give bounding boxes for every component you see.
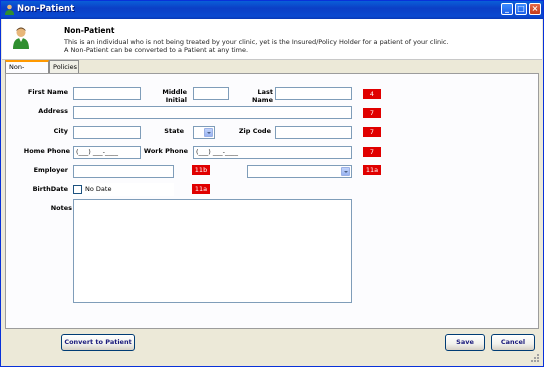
first-name-field[interactable] <box>73 87 141 100</box>
no-date-label: No Date <box>85 185 112 193</box>
minimize-button[interactable]: _ <box>501 3 513 15</box>
employer-field[interactable] <box>73 165 174 178</box>
tab-non-patient[interactable]: Non-Patient <box>5 60 49 82</box>
sex-badge: 11a <box>363 165 381 175</box>
work-phone-label: Work Phone <box>143 147 188 155</box>
middle-initial-field[interactable] <box>193 87 229 100</box>
birthdate-badge: 11a <box>192 184 210 194</box>
cancel-button[interactable]: Cancel <box>491 334 535 351</box>
title-bar[interactable]: Non-Patient _ □ × <box>1 1 543 19</box>
header-title: Non-Patient <box>64 26 115 35</box>
birthdate-label: BirthDate <box>32 185 68 193</box>
no-date-checkbox-row[interactable]: No Date <box>73 183 174 196</box>
state-select[interactable] <box>193 126 215 139</box>
save-button[interactable]: Save <box>445 334 485 351</box>
home-phone-label: Home Phone <box>23 147 70 155</box>
zip-code-label: Zip Code <box>238 127 271 135</box>
chevron-down-icon[interactable] <box>204 128 213 137</box>
last-name-label: Last Name <box>251 88 273 104</box>
notes-label: Notes <box>50 204 72 212</box>
header-description: This is an individual who is not being t… <box>64 38 449 54</box>
header-description-line2: A Non-Patient can be converted to a Pati… <box>64 46 249 54</box>
middle-initial-label: Middle Initial <box>162 88 187 104</box>
maximize-button[interactable]: □ <box>515 3 527 15</box>
first-name-label: First Name <box>27 88 68 96</box>
resize-grip-icon[interactable] <box>530 353 540 363</box>
user-icon <box>13 27 29 49</box>
address-label: Address <box>38 107 68 115</box>
convert-to-patient-button[interactable]: Convert to Patient <box>61 334 135 351</box>
zip-code-field[interactable] <box>275 126 352 139</box>
city-label: City <box>53 127 68 135</box>
person-icon <box>5 4 14 15</box>
address-field[interactable] <box>73 106 352 119</box>
non-patient-window: Non-Patient _ □ × Non-Patient This is an… <box>0 0 544 367</box>
employer-badge: 11b <box>192 165 210 175</box>
work-phone-field[interactable]: (___) ___-____ <box>193 146 352 159</box>
employer-label: Employer <box>33 166 68 174</box>
header-description-line1: This is an individual who is not being t… <box>64 38 449 46</box>
last-name-badge: 4 <box>363 89 381 99</box>
close-button[interactable]: × <box>529 3 541 15</box>
no-date-checkbox[interactable] <box>73 185 82 194</box>
state-label: State <box>164 127 184 135</box>
chevron-down-icon[interactable] <box>341 167 350 176</box>
work-phone-badge: 7 <box>363 147 381 157</box>
last-name-field[interactable] <box>275 87 352 100</box>
tab-policies[interactable]: Policies <box>49 60 79 73</box>
zip-code-badge: 7 <box>363 127 381 137</box>
city-field[interactable] <box>73 126 141 139</box>
home-phone-field[interactable]: (___) ___-____ <box>73 146 141 159</box>
address-badge: 7 <box>363 108 381 118</box>
notes-textarea[interactable] <box>73 199 352 303</box>
header-panel: Non-Patient This is an individual who is… <box>2 19 542 60</box>
sex-select[interactable] <box>247 165 352 178</box>
window-title: Non-Patient <box>17 4 75 14</box>
non-patient-form: First Name Middle Initial Last Name 4 Ad… <box>5 73 539 329</box>
